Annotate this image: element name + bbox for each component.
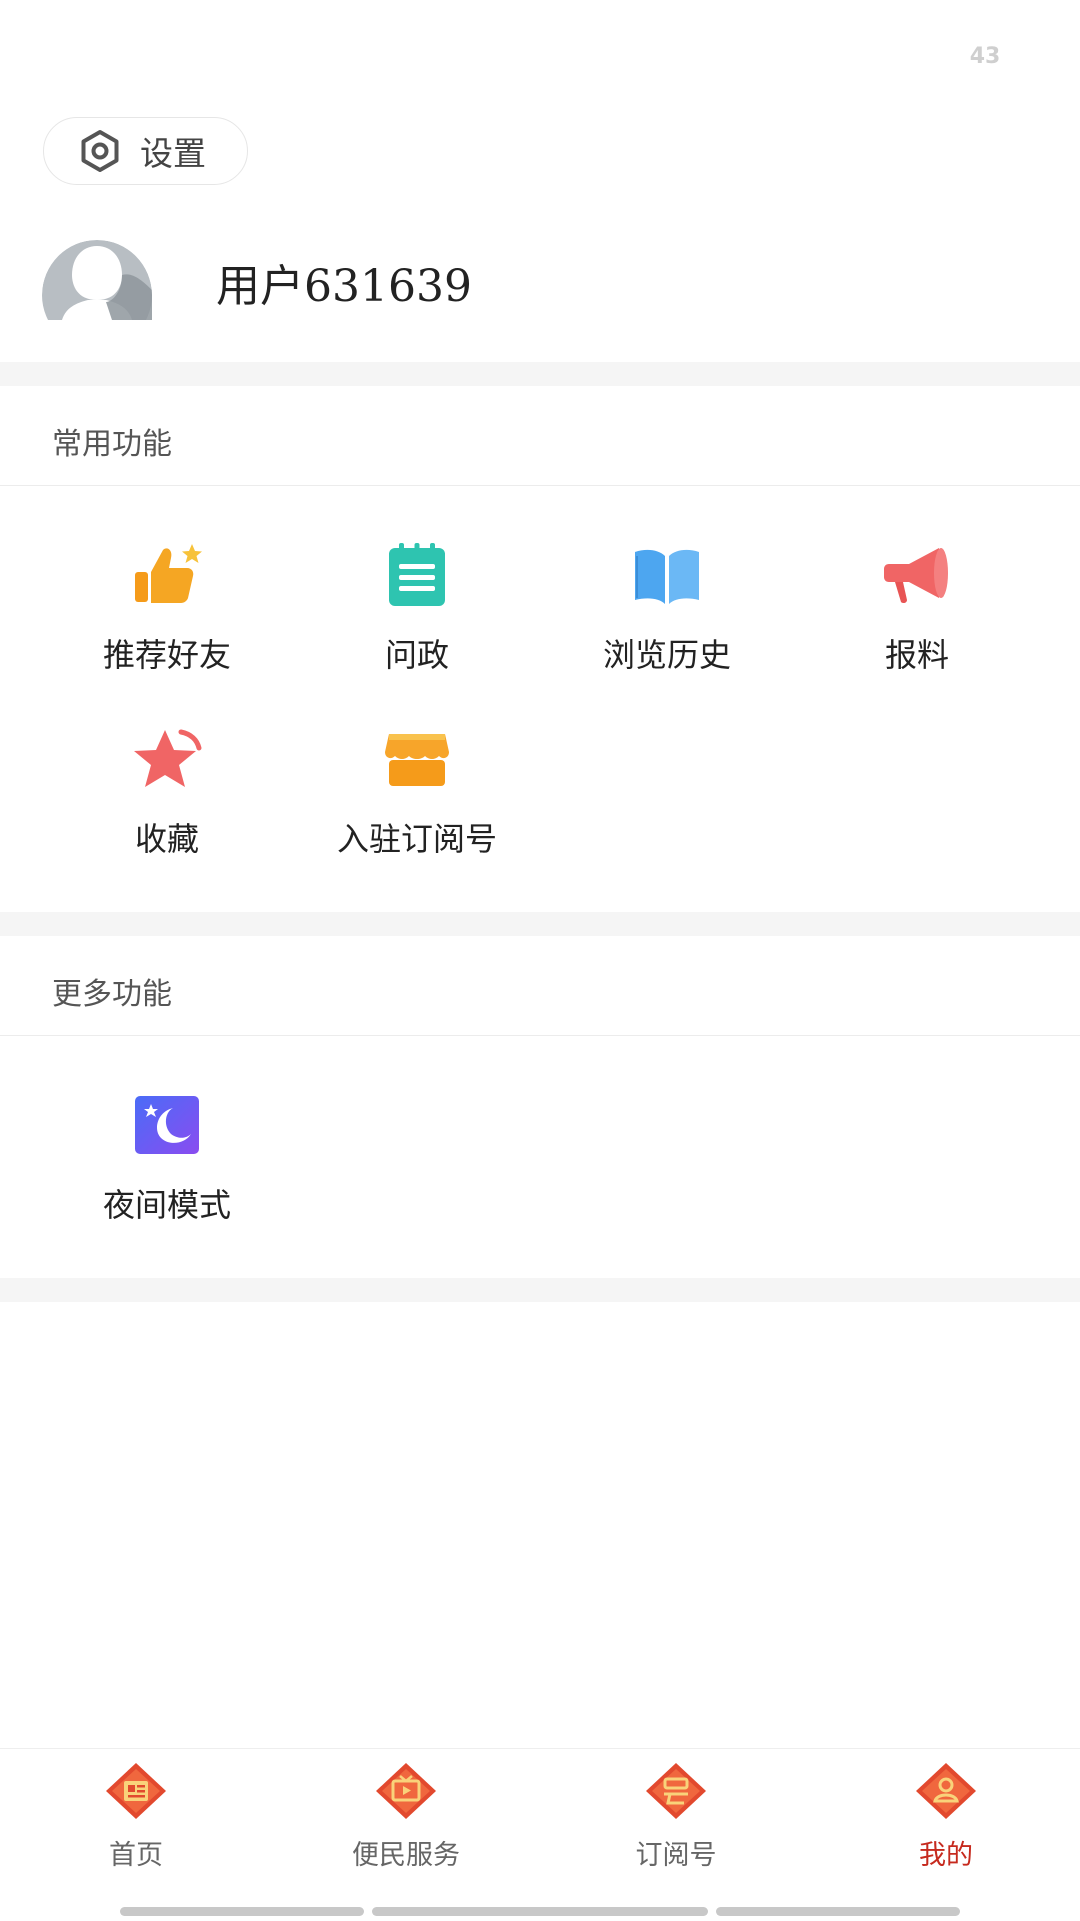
grid-item-label: 问政 <box>384 636 449 674</box>
grid-item-label: 报料 <box>884 636 949 674</box>
divider <box>0 1035 1080 1036</box>
grid-item-label: 收藏 <box>134 820 199 858</box>
section-title-more: 更多功能 <box>52 977 172 1012</box>
default-avatar-icon <box>42 240 152 320</box>
tab-subscriptions[interactable]: 订阅号 <box>576 1761 776 1872</box>
grid-item-inquiry[interactable]: 问政 <box>292 542 542 676</box>
tab-mine[interactable]: 我的 <box>846 1761 1046 1872</box>
star-icon <box>134 729 202 787</box>
grid-item-browse-history[interactable]: 浏览历史 <box>542 542 792 676</box>
thumbs-up-star-icon <box>135 544 202 603</box>
divider <box>0 485 1080 486</box>
gear-icon <box>81 130 119 172</box>
avatar[interactable] <box>42 240 152 320</box>
username[interactable]: 用户631639 <box>216 250 472 314</box>
section-gap <box>0 1278 1080 1302</box>
tab-services[interactable]: 便民服务 <box>306 1761 506 1872</box>
grid-item-recommend-friends[interactable]: 推荐好友 <box>42 542 292 676</box>
settings-label: 设置 <box>140 134 206 173</box>
home-indicator <box>372 1907 708 1916</box>
home-indicator <box>716 1907 960 1916</box>
status-counter: 43 <box>969 44 1001 69</box>
section-gap <box>0 362 1080 386</box>
tab-label: 首页 <box>109 1840 163 1871</box>
grid-item-favorites[interactable]: 收藏 <box>42 726 292 860</box>
grid-item-label: 浏览历史 <box>602 636 731 674</box>
open-book-icon <box>635 549 699 604</box>
user-icon <box>916 1763 976 1819</box>
store-icon <box>385 734 449 786</box>
section-gap <box>0 912 1080 936</box>
tab-label: 我的 <box>919 1840 973 1871</box>
grid-item-label: 推荐好友 <box>102 636 231 674</box>
megaphone-icon <box>884 548 948 604</box>
notepad-icon <box>389 543 445 606</box>
night-mode-icon <box>135 1096 199 1154</box>
newspaper-icon <box>106 1763 166 1819</box>
grid-item-join-subscription[interactable]: 入驻订阅号 <box>292 726 542 860</box>
grid-item-tip-off[interactable]: 报料 <box>792 542 1042 676</box>
grid-item-label: 夜间模式 <box>102 1186 231 1224</box>
grid-item-night-mode[interactable]: 夜间模式 <box>42 1092 292 1226</box>
grid-item-label: 入驻订阅号 <box>336 820 497 858</box>
tab-label: 便民服务 <box>352 1840 460 1871</box>
tv-play-icon <box>376 1763 436 1819</box>
tab-label: 订阅号 <box>635 1840 717 1871</box>
tab-home[interactable]: 首页 <box>36 1761 236 1872</box>
bottom-tab-bar: 首页 便民服务 订阅号 我的 <box>0 1748 1080 1921</box>
subscribe-icon <box>646 1763 706 1819</box>
settings-button[interactable]: 设置 <box>43 117 248 185</box>
home-indicator <box>120 1907 364 1916</box>
section-title-common: 常用功能 <box>52 427 172 462</box>
